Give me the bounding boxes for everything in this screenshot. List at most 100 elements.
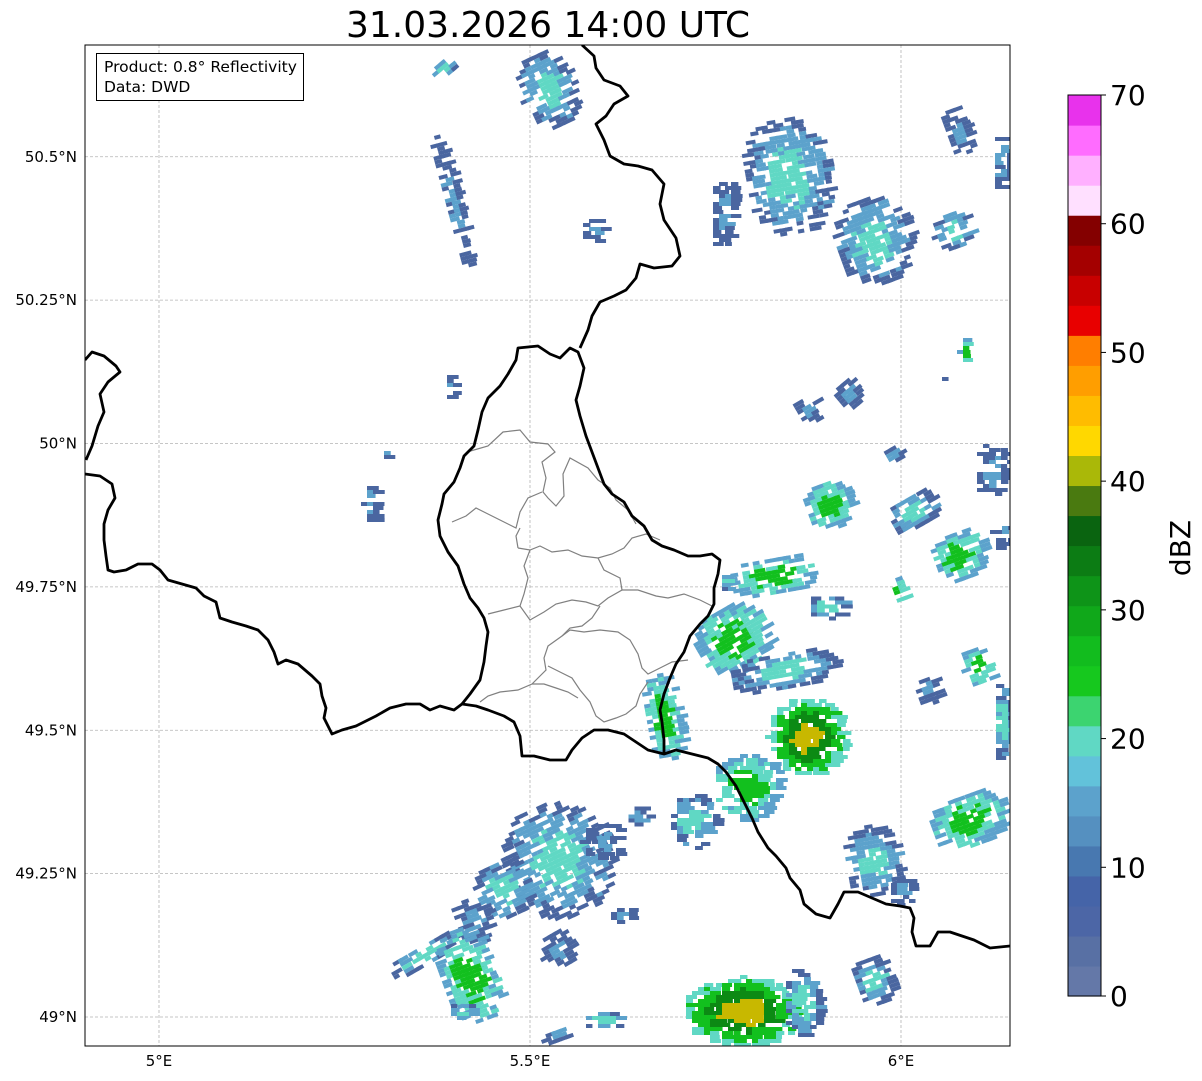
echo-pixel (725, 230, 734, 234)
echo-pixel (746, 786, 753, 790)
echo-pixel (770, 1039, 782, 1043)
echo-pixel (776, 1003, 783, 1007)
echo-pixel (795, 731, 802, 735)
echo-pixel (746, 991, 753, 995)
echo-pixel (373, 502, 385, 506)
echo-pixel (728, 806, 735, 810)
echo-pixel (373, 518, 385, 522)
echo-pixel (789, 735, 796, 739)
echo-pixel (837, 759, 844, 763)
echo-pixel (807, 755, 815, 759)
echo-pixel (995, 492, 1003, 496)
echo-pixel (996, 546, 1007, 550)
echo-pixel (776, 1027, 783, 1031)
echo-pixel (1007, 472, 1010, 476)
echo-pixel (804, 977, 811, 981)
echo-pixel (598, 856, 610, 860)
echo-pixel (610, 840, 618, 844)
echo-pixel (777, 715, 785, 719)
echo-pixel (801, 735, 808, 739)
echo-pixel (1001, 452, 1010, 456)
colorbar-tick-label: 30 (1110, 594, 1146, 627)
echo-pixel (764, 991, 775, 995)
echo-pixel (989, 460, 996, 464)
echo-pixel (692, 1015, 699, 1019)
colorbar-segment (1068, 305, 1101, 336)
echo-pixel (996, 684, 1005, 688)
echo-pixel (798, 1009, 809, 1013)
echo-pixel (776, 1035, 783, 1039)
echo-pixel (758, 995, 765, 999)
echo-pixel (704, 1023, 712, 1027)
echo-pixel (740, 999, 747, 1003)
echo-pixel (722, 762, 729, 766)
echo-pixel (686, 1007, 696, 1011)
echo-pixel (604, 852, 616, 856)
echo-pixel (728, 1019, 735, 1023)
echo-pixel (704, 983, 714, 987)
echo-pixel (783, 731, 790, 735)
echo-pixel (786, 985, 793, 989)
echo-pixel (740, 1039, 747, 1043)
echo-pixel (758, 983, 765, 987)
echo-pixel (601, 227, 612, 231)
echo-pixel (1002, 542, 1010, 546)
echo-pixel (728, 766, 738, 770)
colorbar (1067, 94, 1102, 997)
echo-pixel (995, 137, 1002, 141)
echo-pixel (752, 1035, 763, 1039)
echo-pixel (770, 766, 781, 770)
echo-pixel (713, 822, 725, 826)
echo-pixel (789, 747, 798, 751)
echo-pixel (451, 1004, 458, 1008)
echo-cell (722, 575, 737, 591)
echo-pixel (770, 1027, 777, 1031)
echo-pixel (1001, 480, 1009, 484)
echo-pixel (825, 731, 832, 735)
echo-pixel (592, 840, 599, 844)
echo-pixel (701, 798, 712, 802)
echo-pixel (843, 739, 851, 743)
echo-pixel (764, 810, 775, 814)
echo-pixel (837, 715, 848, 719)
echo-pixel (683, 802, 691, 806)
echo-pixel (783, 755, 795, 759)
echo-pixel (725, 198, 732, 202)
echo-pixel (604, 844, 613, 848)
echo-pixel (819, 771, 830, 775)
echo-pixel (783, 707, 791, 711)
echo-pixel (683, 842, 690, 846)
echo-pixel (807, 699, 815, 703)
echo-pixel (801, 763, 808, 767)
echo-pixel (829, 616, 836, 621)
echo-pixel (583, 223, 591, 227)
echo-pixel (758, 987, 765, 991)
echo-pixel (731, 234, 740, 238)
echo-pixel (704, 1031, 711, 1035)
colorbar-segment (1068, 635, 1101, 667)
lat-tick-label: 49.25°N (15, 865, 77, 883)
echo-pixel (734, 758, 744, 762)
colorbar-segment (1068, 425, 1101, 456)
echo-pixel (764, 1015, 776, 1019)
echo-pixel (764, 774, 773, 778)
echo-pixel (752, 802, 759, 806)
echo-pixel (983, 476, 990, 480)
echo-pixel (829, 604, 838, 609)
echo-pixel (629, 908, 639, 912)
echo-pixel (816, 1021, 825, 1025)
lat-tick-label: 50.5°N (25, 148, 77, 166)
colorbar-tick-label: 20 (1110, 723, 1146, 756)
colorbar-segment (1068, 485, 1101, 517)
echo-pixel (373, 506, 384, 510)
echo-pixel (841, 600, 853, 605)
echo-pixel (713, 186, 721, 190)
echo-pixel (1002, 526, 1009, 530)
echo-pixel (586, 852, 596, 856)
echo-pixel (989, 448, 1001, 452)
echo-pixel (963, 354, 971, 358)
echo-pixel (819, 747, 826, 751)
echo-pixel (616, 828, 628, 832)
echo-pixel (589, 235, 601, 239)
echo-pixel (634, 814, 644, 819)
